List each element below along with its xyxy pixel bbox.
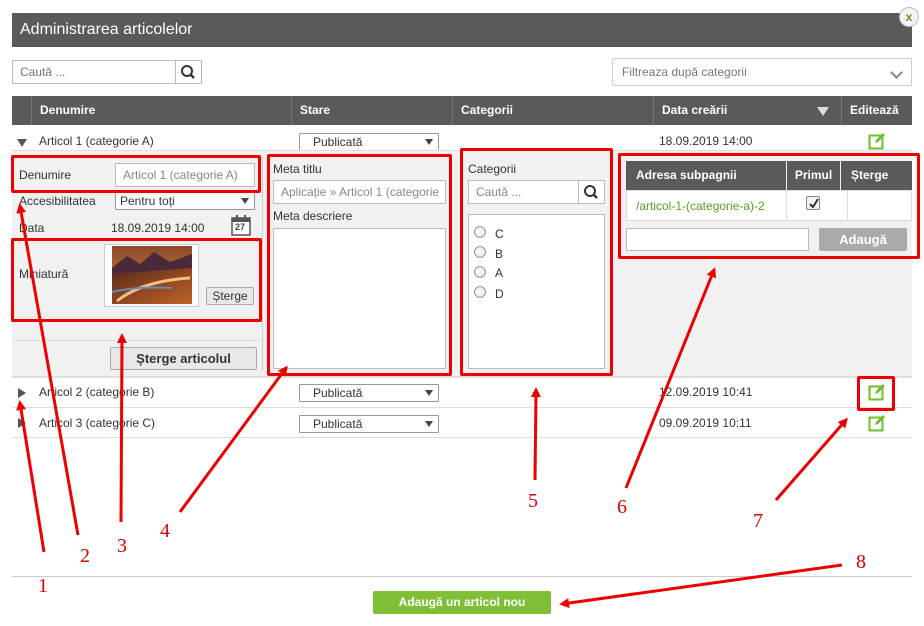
callout-number: 1 — [38, 575, 48, 597]
callout-number: 5 — [528, 490, 538, 512]
callout-arrows — [16, 203, 848, 608]
callout-number: 4 — [160, 520, 170, 542]
callout-number: 6 — [617, 496, 627, 518]
callout-number: 8 — [856, 551, 866, 573]
callout-number: 3 — [117, 535, 127, 557]
callout-number: 2 — [80, 545, 90, 567]
callout-number: 7 — [753, 510, 763, 532]
